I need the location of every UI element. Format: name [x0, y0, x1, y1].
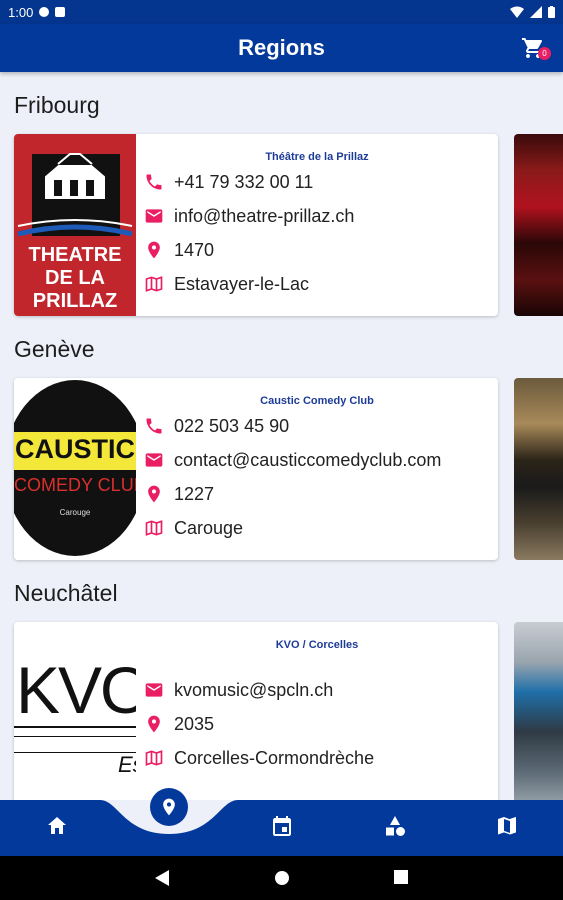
venue-city-row: Carouge: [144, 511, 490, 545]
logo-text-line: THEATRE: [28, 244, 122, 266]
venue-logo: KVO Es: [14, 622, 136, 800]
map-icon: [498, 817, 516, 835]
venue-card[interactable]: KVO Es KVO / Corcelles kvomusic@spcln.ch…: [14, 622, 498, 800]
home-circle-icon[interactable]: [274, 870, 290, 886]
venue-email: kvomusic@spcln.ch: [174, 679, 334, 700]
venue-postal-code: 2035: [174, 713, 215, 734]
logo-text-line: KVO: [16, 653, 136, 727]
venue-city: Corcelles-Cormondrèche: [174, 747, 375, 768]
recents-icon[interactable]: [394, 870, 408, 884]
venue-logo: CAUSTIC COMEDY CLUB Carouge: [14, 378, 136, 560]
next-venue-card-peek[interactable]: [514, 622, 563, 800]
nav-home[interactable]: [45, 814, 69, 838]
map-icon: [145, 276, 163, 292]
email-icon: [145, 453, 163, 467]
venue-name: Caustic Comedy Club: [260, 395, 374, 407]
back-icon[interactable]: [155, 870, 169, 886]
sim-icon: [55, 7, 66, 17]
location-pin-icon: [163, 798, 175, 816]
venue-postal-row: 2035: [144, 707, 490, 741]
venue-postal-row: 1470: [144, 233, 490, 267]
status-bar: 1:00: [0, 0, 563, 24]
location-pin-icon: [148, 485, 160, 503]
logo-text-line: Es: [118, 752, 136, 777]
venue-logo: THEATRE DE LA PRILLAZ: [14, 134, 136, 316]
venue-postal-row: 1227: [144, 477, 490, 511]
signal-icon: [530, 6, 542, 18]
venue-phone-row[interactable]: 022 503 45 90: [144, 409, 490, 443]
status-time: 1:00: [8, 4, 34, 20]
phone-icon: [146, 174, 162, 190]
nav-regions-active[interactable]: [150, 788, 188, 826]
venue-card[interactable]: CAUSTIC COMEDY CLUB Carouge Caustic Come…: [14, 378, 498, 560]
wifi-icon: [510, 6, 524, 18]
map-icon: [145, 520, 163, 536]
logo-text-line: COMEDY CLUB: [14, 475, 136, 495]
bottom-navigation: [0, 800, 563, 856]
cart-button[interactable]: 0: [521, 36, 551, 62]
app-bar: Regions 0: [0, 24, 563, 72]
notification-icon: [39, 7, 50, 17]
region-title: Neuchâtel: [14, 580, 118, 606]
venue-phone: +41 79 332 00 11: [174, 171, 314, 192]
logo-text-line: Carouge: [59, 508, 91, 517]
region-title: Fribourg: [14, 92, 100, 118]
location-pin-icon: [148, 715, 160, 733]
nav-map[interactable]: [495, 814, 519, 838]
venue-email-row[interactable]: kvomusic@spcln.ch: [144, 673, 490, 707]
venue-card[interactable]: THEATRE DE LA PRILLAZ Théâtre de la Pril…: [14, 134, 498, 316]
venue-phone: 022 503 45 90: [174, 415, 290, 436]
regions-list[interactable]: Fribourg THEATRE DE LA PRILLAZ Théâtre d…: [0, 72, 563, 800]
venue-city-row: Estavayer-le-Lac: [144, 267, 490, 301]
venue-postal-code: 1227: [174, 483, 215, 504]
next-venue-card-peek[interactable]: [514, 378, 563, 560]
calendar-icon: [273, 816, 291, 836]
venue-name: Théâtre de la Prillaz: [265, 151, 369, 163]
region-title: Genève: [14, 336, 95, 362]
venue-postal-code: 1470: [174, 239, 215, 260]
shapes-icon: [386, 816, 405, 836]
phone-icon: [146, 418, 162, 434]
venue-email-row[interactable]: contact@causticcomedyclub.com: [144, 443, 490, 477]
venue-email-row[interactable]: info@theatre-prillaz.ch: [144, 199, 490, 233]
region-section: Genève CAUSTIC COMEDY CLUB Carouge Caust…: [0, 316, 563, 560]
venue-phone-row[interactable]: +41 79 332 00 11: [144, 165, 490, 199]
next-venue-card-peek[interactable]: [514, 134, 563, 316]
venue-email: info@theatre-prillaz.ch: [174, 205, 355, 226]
venue-email: contact@causticcomedyclub.com: [174, 449, 442, 470]
logo-text-line: PRILLAZ: [32, 290, 118, 312]
email-icon: [145, 209, 163, 223]
cart-count-badge: 0: [538, 47, 551, 60]
system-navigation-bar: [0, 856, 563, 900]
logo-text-line: CAUSTIC: [15, 434, 135, 464]
region-section: Fribourg THEATRE DE LA PRILLAZ Théâtre d…: [0, 72, 563, 316]
nav-calendar[interactable]: [270, 814, 294, 838]
page-title: Regions: [238, 35, 325, 60]
map-icon: [145, 750, 163, 766]
nav-categories[interactable]: [383, 814, 407, 838]
venue-name: KVO / Corcelles: [275, 639, 359, 651]
region-section: Neuchâtel KVO Es KVO / Corcelles kvomusi…: [0, 560, 563, 800]
home-icon: [48, 817, 66, 834]
email-icon: [145, 683, 163, 697]
venue-city: Estavayer-le-Lac: [174, 273, 310, 294]
battery-icon: [548, 6, 555, 18]
location-pin-icon: [148, 241, 160, 259]
venue-city: Carouge: [174, 517, 244, 538]
logo-text-line: DE LA: [45, 267, 105, 289]
venue-city-row: Corcelles-Cormondrèche: [144, 741, 490, 775]
